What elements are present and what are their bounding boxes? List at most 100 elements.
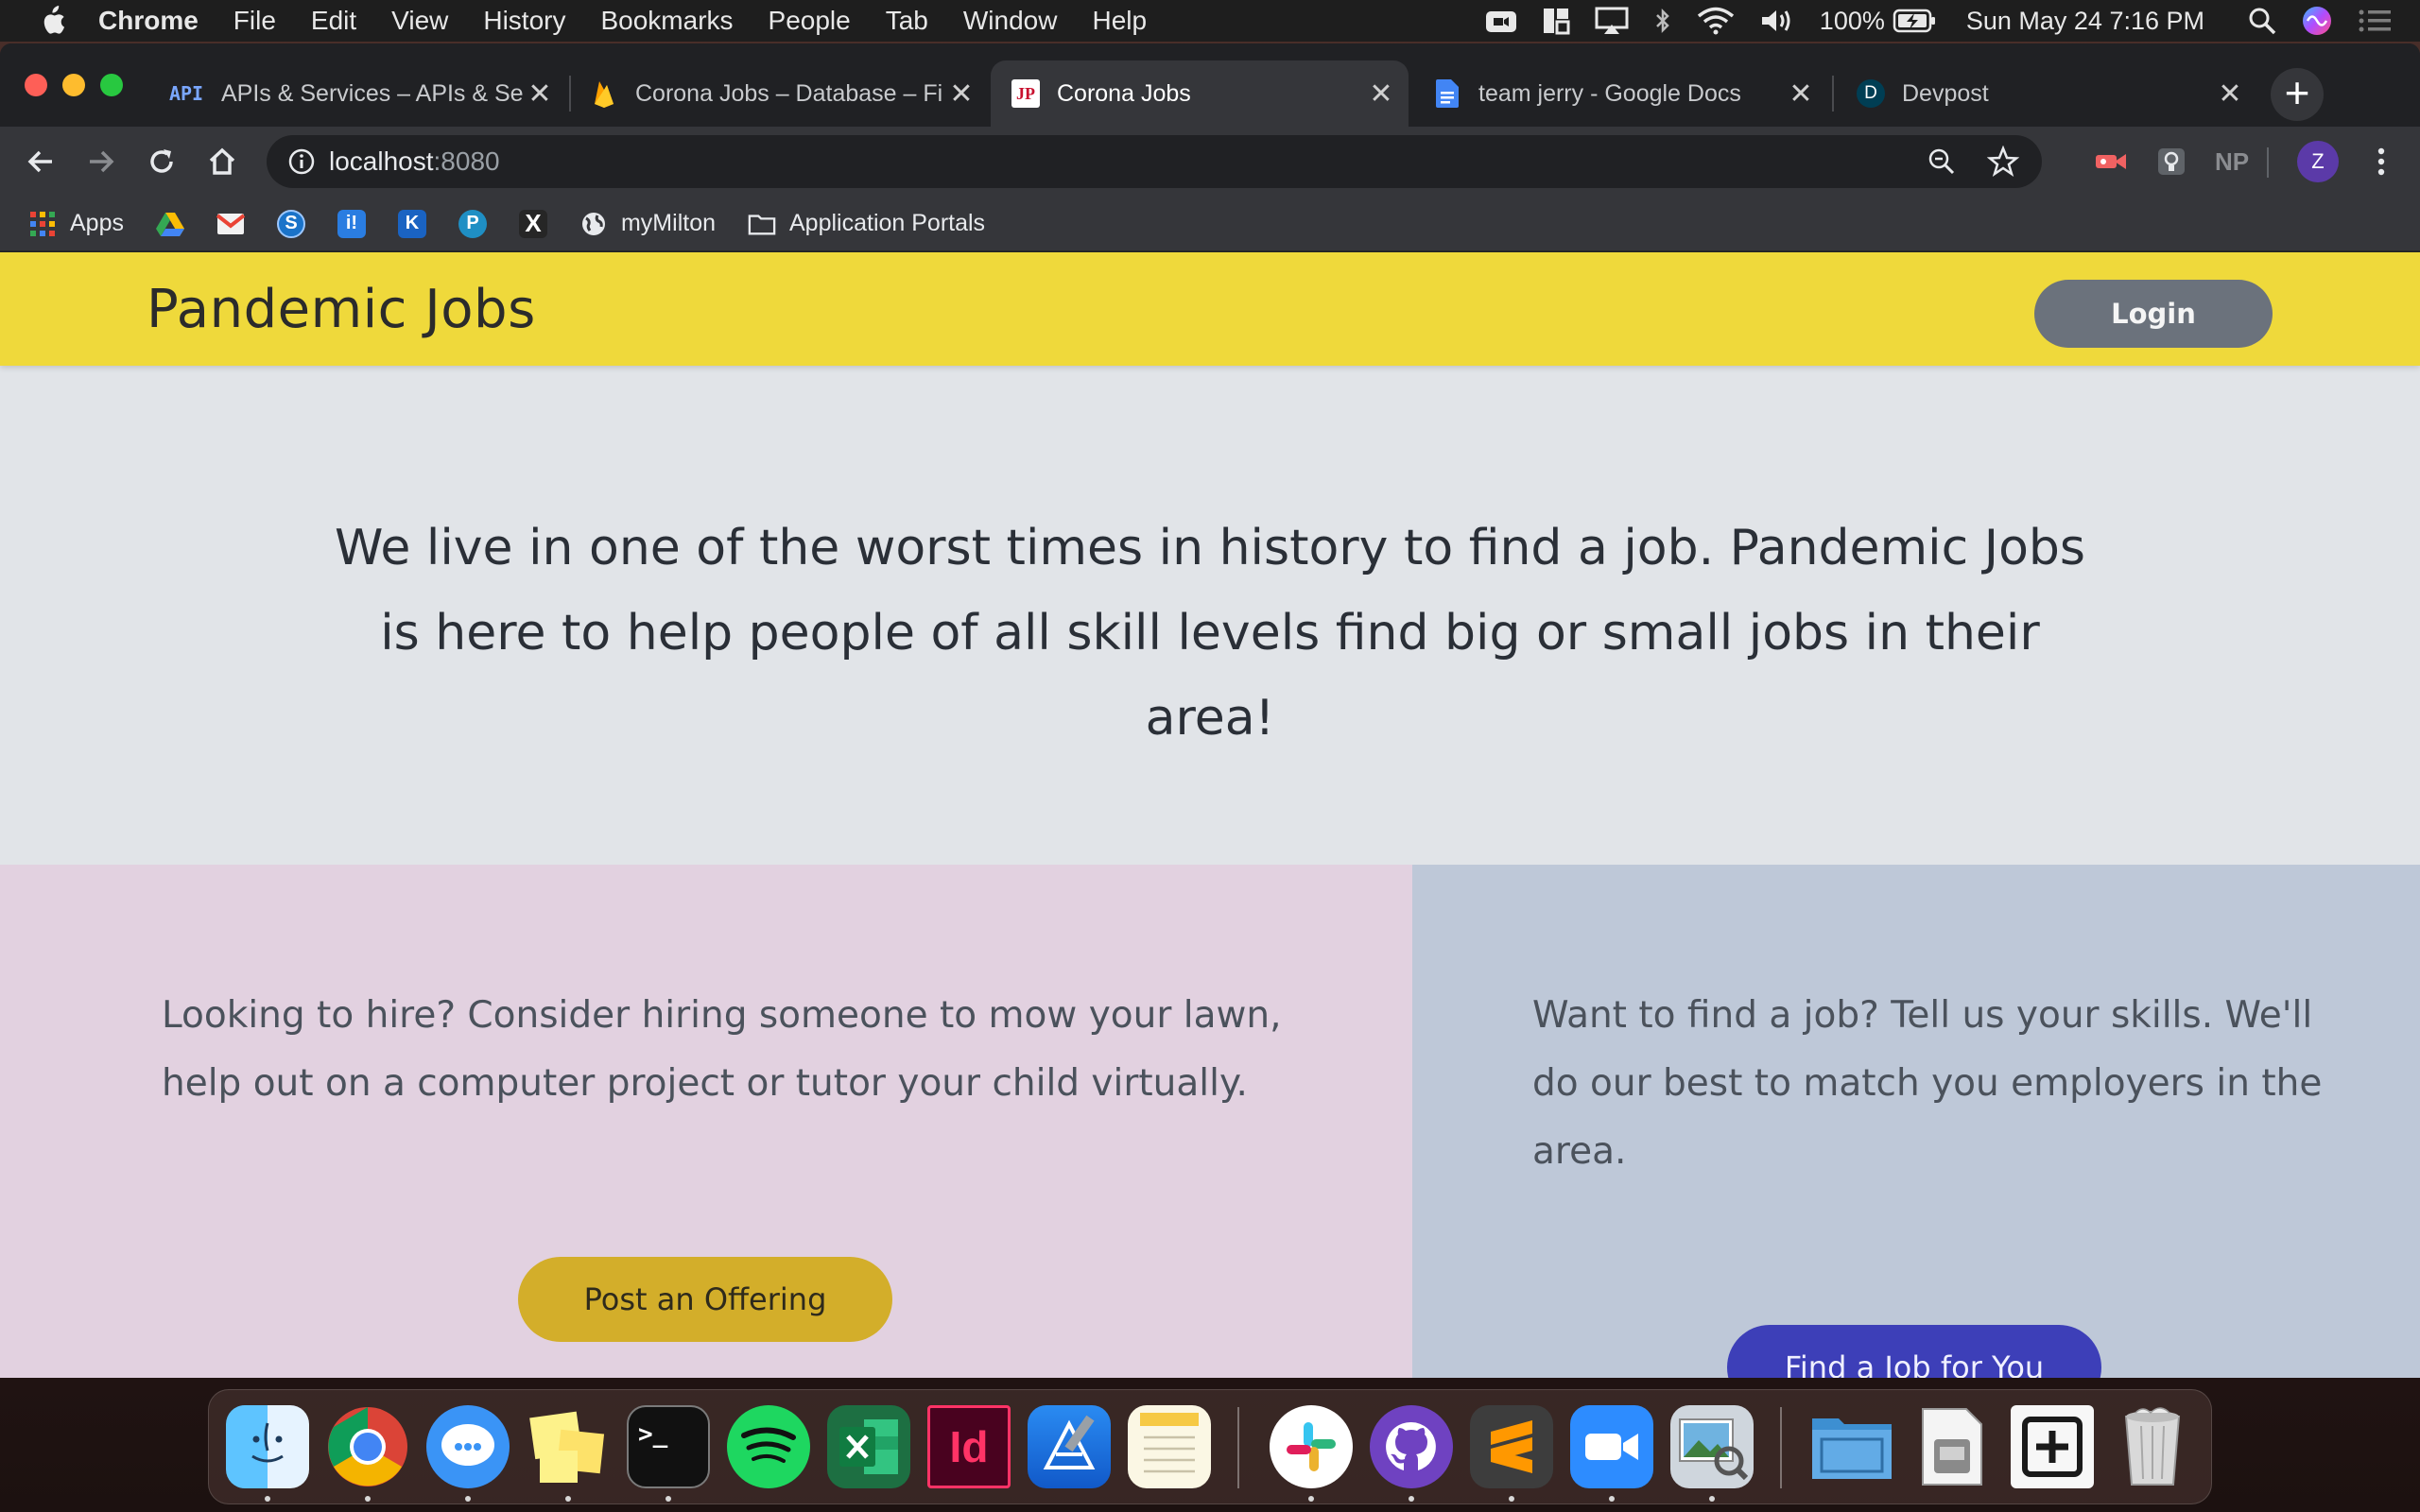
bookmark-k-app[interactable]: K <box>397 209 426 238</box>
notification-center-icon[interactable] <box>2358 8 2392 34</box>
close-icon[interactable]: ✕ <box>1367 77 1395 111</box>
new-tab-button[interactable]: + <box>2271 68 2324 121</box>
page-content: Pandemic Jobs Login We live in one of th… <box>0 252 2420 1378</box>
window-minimize-button[interactable] <box>62 74 85 96</box>
menu-people[interactable]: People <box>769 6 851 36</box>
toolbar-divider <box>2267 147 2269 178</box>
tab-title: Corona Jobs – Database – Fi <box>635 79 943 107</box>
find-job-button[interactable]: Find a Job for You <box>1727 1325 2101 1378</box>
chrome-menu-kebab-icon[interactable] <box>2363 144 2399 180</box>
bookmark-mymilton[interactable]: myMilton <box>579 210 716 238</box>
p-circle-icon: P <box>458 209 487 238</box>
menu-app-name[interactable]: Chrome <box>98 6 199 36</box>
extension-lightbulb-icon[interactable] <box>2153 144 2189 180</box>
close-icon[interactable]: ✕ <box>2216 77 2244 111</box>
window-close-button[interactable] <box>25 74 47 96</box>
tab-corona-jobs-database[interactable]: Corona Jobs – Database – Fi ✕ <box>573 60 989 127</box>
stickies-icon[interactable] <box>527 1405 610 1488</box>
notes-icon[interactable] <box>1128 1405 1211 1488</box>
google-drive-icon <box>155 210 184 238</box>
menu-help[interactable]: Help <box>1092 6 1147 36</box>
running-indicator <box>465 1496 471 1502</box>
bookmark-apps[interactable]: Apps <box>28 210 124 238</box>
tab-corona-jobs[interactable]: JP Corona Jobs ✕ <box>991 60 1409 127</box>
home-icon[interactable] <box>204 144 240 180</box>
running-indicator <box>1709 1496 1715 1502</box>
close-icon[interactable]: ✕ <box>526 77 554 111</box>
window-layout-icon[interactable] <box>1542 7 1570 35</box>
reload-icon[interactable] <box>144 144 180 180</box>
bookmark-gmail[interactable] <box>216 210 245 238</box>
tab-team-jerry-docs[interactable]: team jerry - Google Docs ✕ <box>1412 60 1828 127</box>
bookmark-i-app[interactable]: i! <box>337 209 366 238</box>
menu-view[interactable]: View <box>391 6 448 36</box>
profile-avatar[interactable]: Z <box>2297 141 2339 182</box>
indesign-icon[interactable]: Id <box>927 1405 1011 1488</box>
gmail-icon <box>216 210 245 238</box>
siri-icon[interactable] <box>2301 5 2333 37</box>
tab-title: Corona Jobs <box>1057 79 1191 107</box>
post-offering-button[interactable]: Post an Offering <box>518 1257 892 1342</box>
login-button[interactable]: Login <box>2034 280 2273 348</box>
browser-toolbar: localhost:8080 NP Z <box>0 127 2420 197</box>
menu-history[interactable]: History <box>483 6 565 36</box>
excel-icon[interactable] <box>827 1405 910 1488</box>
running-indicator <box>1509 1496 1514 1502</box>
apple-logo-icon[interactable] <box>38 5 66 37</box>
site-info-icon[interactable] <box>287 147 316 182</box>
menu-file[interactable]: File <box>233 6 276 36</box>
slack-icon[interactable] <box>1270 1405 1353 1488</box>
battery-percent[interactable]: 100% <box>1820 7 1885 36</box>
site-brand-title[interactable]: Pandemic Jobs <box>147 279 536 340</box>
spotify-icon[interactable] <box>727 1405 810 1488</box>
volume-icon[interactable] <box>1759 7 1795 35</box>
site-navbar: Pandemic Jobs Login <box>0 252 2420 366</box>
info-square-icon: i! <box>337 209 366 238</box>
sublime-text-icon[interactable] <box>1470 1405 1553 1488</box>
folder-icon <box>748 210 776 238</box>
menu-tab[interactable]: Tab <box>886 6 928 36</box>
tab-title: team jerry - Google Docs <box>1478 79 1741 107</box>
running-indicator <box>1609 1496 1615 1502</box>
window-zoom-button[interactable] <box>100 74 123 96</box>
address-bar[interactable]: localhost:8080 <box>267 135 2042 188</box>
clock-datetime[interactable]: Sun May 24 7:16 PM <box>1966 7 2204 36</box>
close-icon[interactable]: ✕ <box>1787 77 1815 111</box>
bookmark-p-app[interactable]: P <box>458 209 487 238</box>
extension-np-icon[interactable]: NP <box>2214 144 2250 180</box>
messages-icon[interactable] <box>426 1405 510 1488</box>
bookmark-s-app[interactable]: S <box>276 209 305 238</box>
bluetooth-icon[interactable] <box>1653 7 1672 35</box>
chrome-app-icon[interactable] <box>326 1405 409 1488</box>
xcode-icon[interactable] <box>1028 1405 1111 1488</box>
hire-description: Looking to hire? Consider hiring someone… <box>162 994 1282 1105</box>
terminal-icon[interactable]: >_ <box>627 1405 710 1488</box>
add-box-app-icon[interactable] <box>2011 1405 2094 1488</box>
menu-edit[interactable]: Edit <box>311 6 356 36</box>
bookmark-star-icon[interactable] <box>1986 145 2020 184</box>
bookmark-folder-application-portals[interactable]: Application Portals <box>748 210 985 238</box>
airplay-icon[interactable] <box>1595 7 1629 35</box>
extension-screen-recorder-icon[interactable] <box>2093 144 2129 180</box>
bookmark-google-drive[interactable] <box>155 210 184 238</box>
tab-apis-services[interactable]: API APIs & Services – APIs & Se ✕ <box>151 60 567 127</box>
zoom-app-icon[interactable] <box>1570 1405 1653 1488</box>
github-desktop-icon[interactable] <box>1370 1405 1453 1488</box>
forward-arrow-icon[interactable] <box>83 144 119 180</box>
wifi-icon[interactable] <box>1697 7 1735 35</box>
bookmark-x-app[interactable]: X <box>518 209 547 238</box>
menu-bookmarks[interactable]: Bookmarks <box>600 6 733 36</box>
dock-separator <box>1780 1407 1782 1488</box>
disk-utility-document-icon[interactable] <box>1910 1405 1994 1488</box>
preview-icon[interactable] <box>1670 1405 1754 1488</box>
back-arrow-icon[interactable] <box>23 144 59 180</box>
finder-icon[interactable] <box>226 1405 309 1488</box>
downloads-folder-icon[interactable] <box>1810 1405 1893 1488</box>
trash-icon[interactable] <box>2111 1405 2194 1488</box>
zoom-magnifier-icon[interactable] <box>1927 146 1957 183</box>
spotlight-search-icon[interactable] <box>2248 7 2276 35</box>
menu-window[interactable]: Window <box>963 6 1058 36</box>
zoom-status-icon[interactable] <box>1485 8 1517 34</box>
close-icon[interactable]: ✕ <box>947 77 976 111</box>
tab-devpost[interactable]: D Devpost ✕ <box>1836 60 2257 127</box>
